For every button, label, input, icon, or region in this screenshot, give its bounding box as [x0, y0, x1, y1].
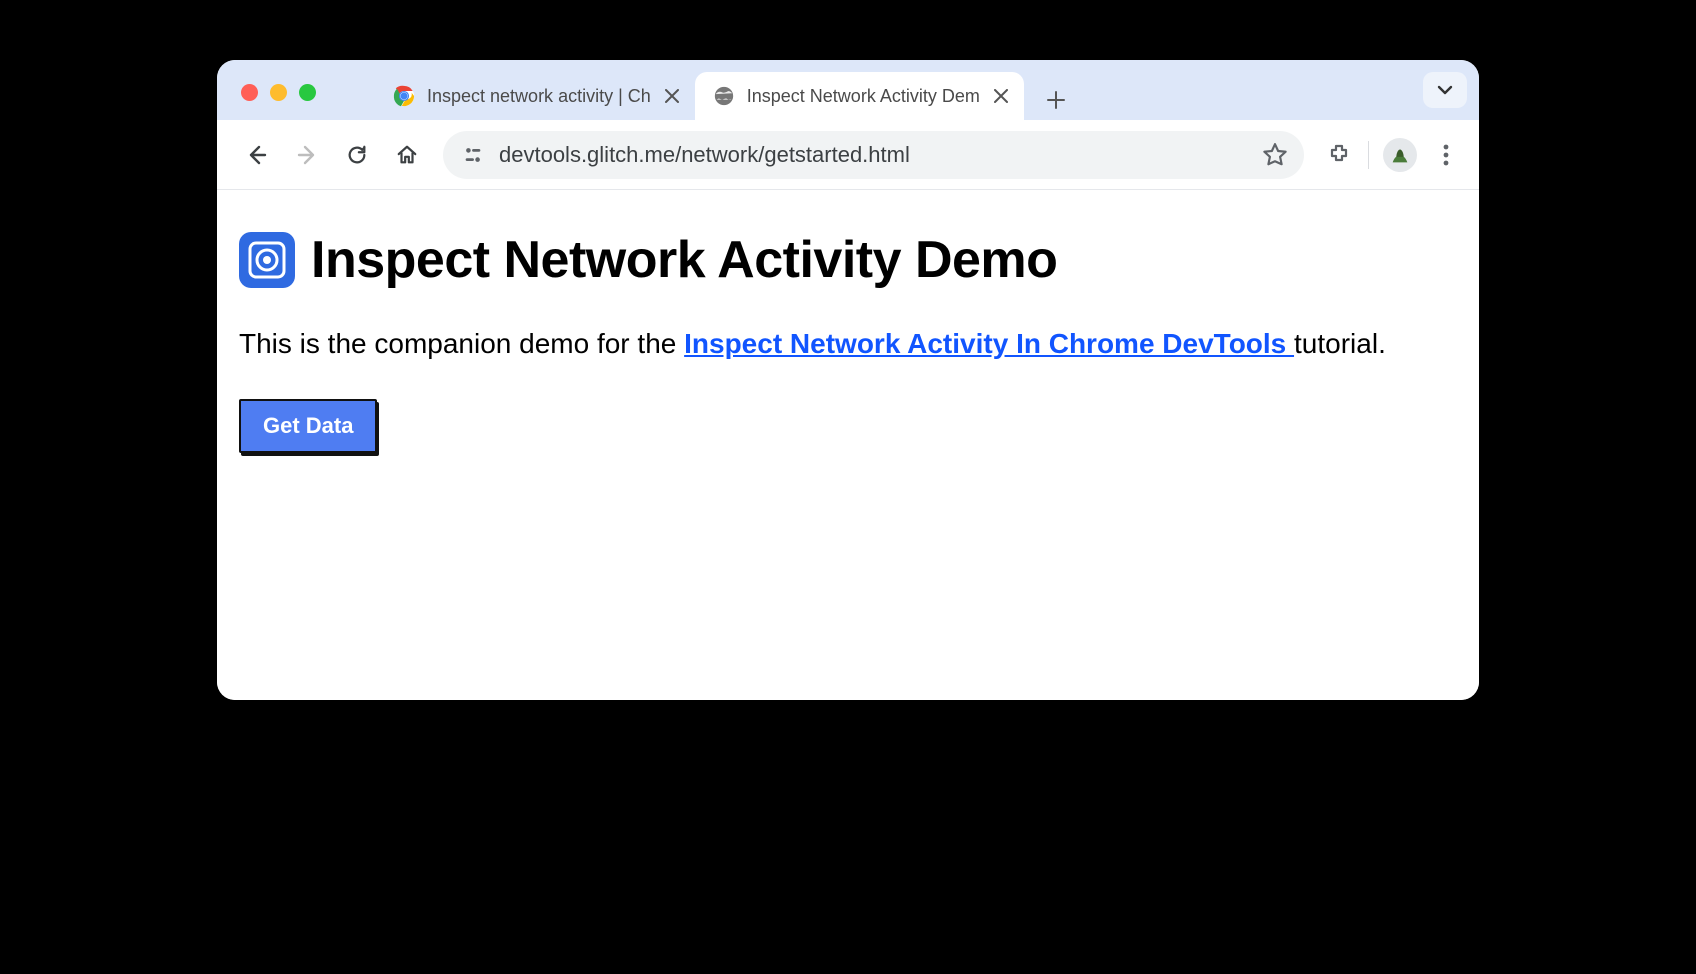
window-controls: [241, 84, 316, 101]
tab-close-button[interactable]: [992, 87, 1010, 105]
tab-inspect-network-activity-doc[interactable]: Inspect network activity | Ch: [375, 72, 695, 120]
browser-window: Inspect network activity | Ch Inspect Ne…: [217, 60, 1479, 700]
intro-paragraph: This is the companion demo for the Inspe…: [239, 324, 1457, 363]
back-button[interactable]: [235, 133, 279, 177]
globe-favicon-icon: [713, 85, 735, 107]
tab-close-button[interactable]: [663, 87, 681, 105]
site-settings-icon[interactable]: [461, 143, 485, 167]
window-minimize-button[interactable]: [270, 84, 287, 101]
tab-title: Inspect Network Activity Dem: [747, 86, 980, 107]
toolbar-right: [1318, 138, 1461, 172]
intro-suffix: tutorial.: [1294, 328, 1386, 359]
get-data-button[interactable]: Get Data: [239, 399, 377, 453]
reload-button[interactable]: [335, 133, 379, 177]
forward-button[interactable]: [285, 133, 329, 177]
address-bar[interactable]: devtools.glitch.me/network/getstarted.ht…: [443, 131, 1304, 179]
tab-inspect-network-activity-demo[interactable]: Inspect Network Activity Dem: [695, 72, 1024, 120]
toolbar: devtools.glitch.me/network/getstarted.ht…: [217, 120, 1479, 190]
window-maximize-button[interactable]: [299, 84, 316, 101]
home-button[interactable]: [385, 133, 429, 177]
intro-prefix: This is the companion demo for the: [239, 328, 684, 359]
bookmark-star-icon[interactable]: [1260, 140, 1290, 170]
window-close-button[interactable]: [241, 84, 258, 101]
toolbar-divider: [1368, 141, 1369, 169]
devtools-logo-icon: [239, 232, 295, 288]
extensions-icon[interactable]: [1324, 140, 1354, 170]
tab-strip: Inspect network activity | Ch Inspect Ne…: [217, 60, 1479, 120]
page-content: Inspect Network Activity Demo This is th…: [217, 190, 1479, 700]
profile-avatar[interactable]: [1383, 138, 1417, 172]
url-text[interactable]: devtools.glitch.me/network/getstarted.ht…: [499, 142, 1246, 168]
tab-title: Inspect network activity | Ch: [427, 86, 651, 107]
heading-row: Inspect Network Activity Demo: [239, 230, 1457, 290]
tabs-area: Inspect network activity | Ch Inspect Ne…: [375, 60, 1471, 120]
page-title: Inspect Network Activity Demo: [311, 230, 1057, 290]
tutorial-link[interactable]: Inspect Network Activity In Chrome DevTo…: [684, 328, 1294, 359]
new-tab-button[interactable]: [1036, 80, 1076, 120]
chrome-favicon-icon: [393, 85, 415, 107]
tab-search-dropdown[interactable]: [1423, 72, 1467, 108]
menu-kebab-icon[interactable]: [1431, 140, 1461, 170]
